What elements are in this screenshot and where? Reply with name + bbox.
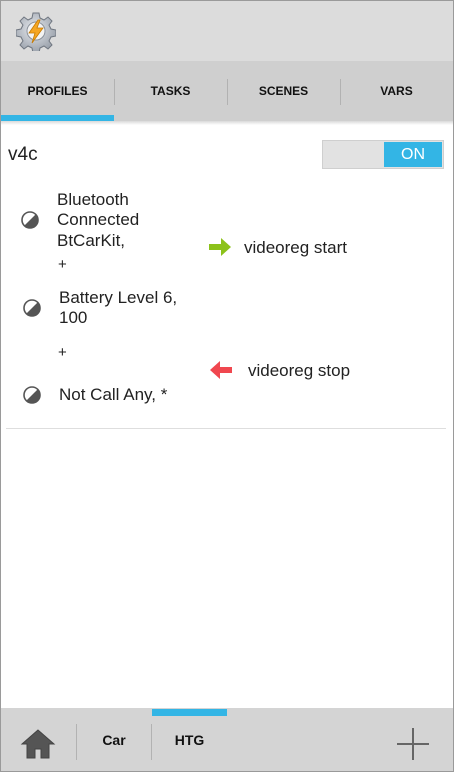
context-bluetooth-line2[interactable]: Connected: [57, 210, 139, 230]
half-circle-icon: [21, 211, 39, 229]
project-tab-car[interactable]: Car: [77, 708, 151, 771]
app-logo-icon[interactable]: [16, 11, 56, 51]
add-project-icon[interactable]: [395, 726, 431, 762]
context-bluetooth-line1[interactable]: Bluetooth: [57, 190, 129, 210]
app-window: PROFILES TASKS SCENES VARS v4c ON Blueto…: [0, 0, 454, 772]
profile-name[interactable]: v4c: [8, 144, 38, 166]
tab-tasks[interactable]: TASKS: [114, 61, 227, 121]
project-tab-htg[interactable]: HTG: [152, 708, 227, 771]
half-circle-icon: [23, 299, 41, 317]
context-battery-line1[interactable]: Battery Level 6,: [59, 288, 177, 308]
home-icon[interactable]: [20, 728, 56, 760]
action-bar: [1, 1, 453, 61]
enter-task-name[interactable]: videoreg start: [244, 238, 347, 258]
toggle-on-label: ON: [384, 142, 442, 167]
tab-profiles[interactable]: PROFILES: [1, 61, 114, 121]
project-bar: Car HTG: [1, 708, 453, 771]
context-plus-2: +: [58, 344, 67, 361]
context-battery-line2[interactable]: 100: [59, 308, 87, 328]
profile-enable-toggle[interactable]: ON: [322, 140, 444, 169]
enter-arrow-icon: [209, 238, 231, 256]
context-call-line1[interactable]: Not Call Any, *: [59, 385, 167, 405]
half-circle-icon: [23, 386, 41, 404]
context-bluetooth-line3[interactable]: BtCarKit,: [57, 231, 125, 251]
exit-arrow-icon: [210, 361, 232, 379]
profile-divider: [6, 428, 446, 429]
main-tab-bar: PROFILES TASKS SCENES VARS: [1, 61, 453, 121]
tab-bar-shadow: [1, 121, 453, 125]
tab-scenes[interactable]: SCENES: [227, 61, 340, 121]
tab-vars[interactable]: VARS: [340, 61, 453, 121]
context-plus-1: +: [58, 256, 67, 273]
exit-task-name[interactable]: videoreg stop: [248, 361, 350, 381]
